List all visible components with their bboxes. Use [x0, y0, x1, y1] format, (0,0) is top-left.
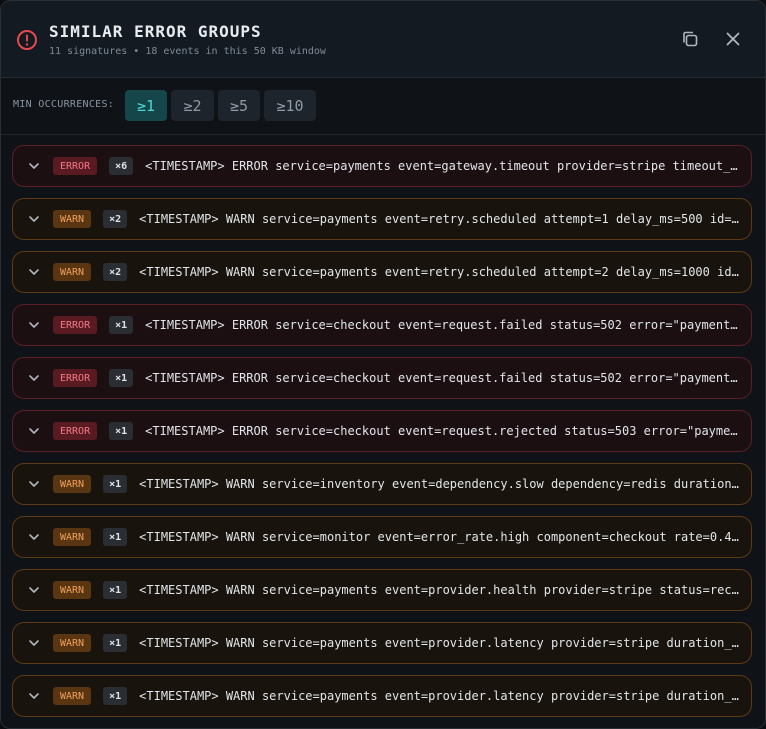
level-badge: WARN — [53, 475, 92, 493]
chevron-down-icon[interactable] — [27, 424, 41, 438]
error-group-row[interactable]: ERROR ×1 <TIMESTAMP> ERROR service=checkou… — [12, 304, 752, 346]
error-group-row[interactable]: ERROR ×6 <TIMESTAMP> ERROR service=payment… — [12, 145, 752, 187]
occurrence-count-badge: ×1 — [103, 581, 128, 599]
error-signature: <TIMESTAMP> ERROR service=checkout event… — [145, 424, 739, 438]
copy-icon[interactable] — [680, 29, 700, 49]
error-group-row[interactable]: WARN ×1 <TIMESTAMP> WARN service=monitor e… — [12, 516, 752, 558]
error-group-row[interactable]: WARN ×2 <TIMESTAMP> WARN service=payments … — [12, 251, 752, 293]
page-subtitle: 11 signatures • 18 events in this 50 KB … — [49, 46, 326, 57]
level-badge: ERROR — [53, 369, 98, 387]
error-signature: <TIMESTAMP> WARN service=payments event=… — [139, 212, 739, 226]
filter-option-10[interactable]: ≥10 — [264, 90, 316, 121]
error-signature: <TIMESTAMP> WARN service=payments event=… — [139, 583, 739, 597]
occurrence-count-badge: ×1 — [103, 528, 128, 546]
filter-option-1[interactable]: ≥1 — [125, 90, 167, 121]
error-group-row[interactable]: WARN ×1 <TIMESTAMP> WARN service=payments … — [12, 569, 752, 611]
error-signature: <TIMESTAMP> WARN service=payments event=… — [139, 265, 739, 279]
error-signature: <TIMESTAMP> WARN service=payments event=… — [139, 636, 739, 650]
chevron-down-icon[interactable] — [27, 530, 41, 544]
level-badge: WARN — [53, 210, 92, 228]
level-badge: WARN — [53, 634, 92, 652]
chevron-down-icon[interactable] — [27, 689, 41, 703]
level-badge: WARN — [53, 581, 92, 599]
chevron-down-icon[interactable] — [27, 212, 41, 226]
level-badge: WARN — [53, 528, 92, 546]
close-icon[interactable] — [723, 29, 743, 49]
chevron-down-icon[interactable] — [27, 318, 41, 332]
occurrence-count-badge: ×2 — [103, 210, 128, 228]
chevron-down-icon[interactable] — [27, 371, 41, 385]
occurrence-count-badge: ×1 — [109, 422, 134, 440]
occurrence-count-badge: ×1 — [103, 475, 128, 493]
level-badge: ERROR — [53, 157, 98, 175]
chevron-down-icon[interactable] — [27, 159, 41, 173]
occurrence-count-badge: ×1 — [109, 369, 134, 387]
chevron-down-icon[interactable] — [27, 636, 41, 650]
min-occurrences-filter: MIN OCCURRENCES: ≥1 ≥2 ≥5 ≥10 — [1, 78, 765, 135]
error-group-row[interactable]: WARN ×1 <TIMESTAMP> WARN service=payments … — [12, 622, 752, 664]
level-badge: ERROR — [53, 316, 98, 334]
error-group-row[interactable]: WARN ×2 <TIMESTAMP> WARN service=payments … — [12, 198, 752, 240]
filter-option-5[interactable]: ≥5 — [218, 90, 260, 121]
error-signature: <TIMESTAMP> ERROR service=payments event… — [145, 159, 739, 173]
occurrence-count-badge: ×1 — [109, 316, 134, 334]
error-group-row[interactable]: ERROR ×1 <TIMESTAMP> ERROR service=checkou… — [12, 357, 752, 399]
error-group-row[interactable]: WARN ×1 <TIMESTAMP> WARN service=inventory… — [12, 463, 752, 505]
alert-circle-icon — [17, 30, 37, 50]
error-signature: <TIMESTAMP> WARN service=inventory event… — [139, 477, 739, 491]
occurrence-count-badge: ×6 — [109, 157, 134, 175]
page-title: SIMILAR ERROR GROUPS — [49, 22, 262, 41]
level-badge: WARN — [53, 263, 92, 281]
panel-header: SIMILAR ERROR GROUPS 11 signatures • 18 … — [1, 1, 765, 78]
error-group-row[interactable]: ERROR ×1 <TIMESTAMP> ERROR service=checkou… — [12, 410, 752, 452]
error-signature: <TIMESTAMP> WARN service=payments event=… — [139, 689, 739, 703]
error-group-row[interactable]: WARN ×1 <TIMESTAMP> WARN service=payments … — [12, 675, 752, 717]
error-signature: <TIMESTAMP> ERROR service=checkout event… — [145, 371, 739, 385]
level-badge: WARN — [53, 687, 92, 705]
chevron-down-icon[interactable] — [27, 583, 41, 597]
occurrence-count-badge: ×2 — [103, 263, 128, 281]
filter-option-2[interactable]: ≥2 — [171, 90, 214, 121]
chevron-down-icon[interactable] — [27, 265, 41, 279]
filter-label: MIN OCCURRENCES: — [13, 99, 115, 110]
error-signature: <TIMESTAMP> ERROR service=checkout event… — [145, 318, 739, 332]
occurrence-count-badge: ×1 — [103, 687, 128, 705]
error-signature: <TIMESTAMP> WARN service=monitor event=e… — [139, 530, 739, 544]
level-badge: ERROR — [53, 422, 98, 440]
chevron-down-icon[interactable] — [27, 477, 41, 491]
occurrence-count-badge: ×1 — [103, 634, 128, 652]
